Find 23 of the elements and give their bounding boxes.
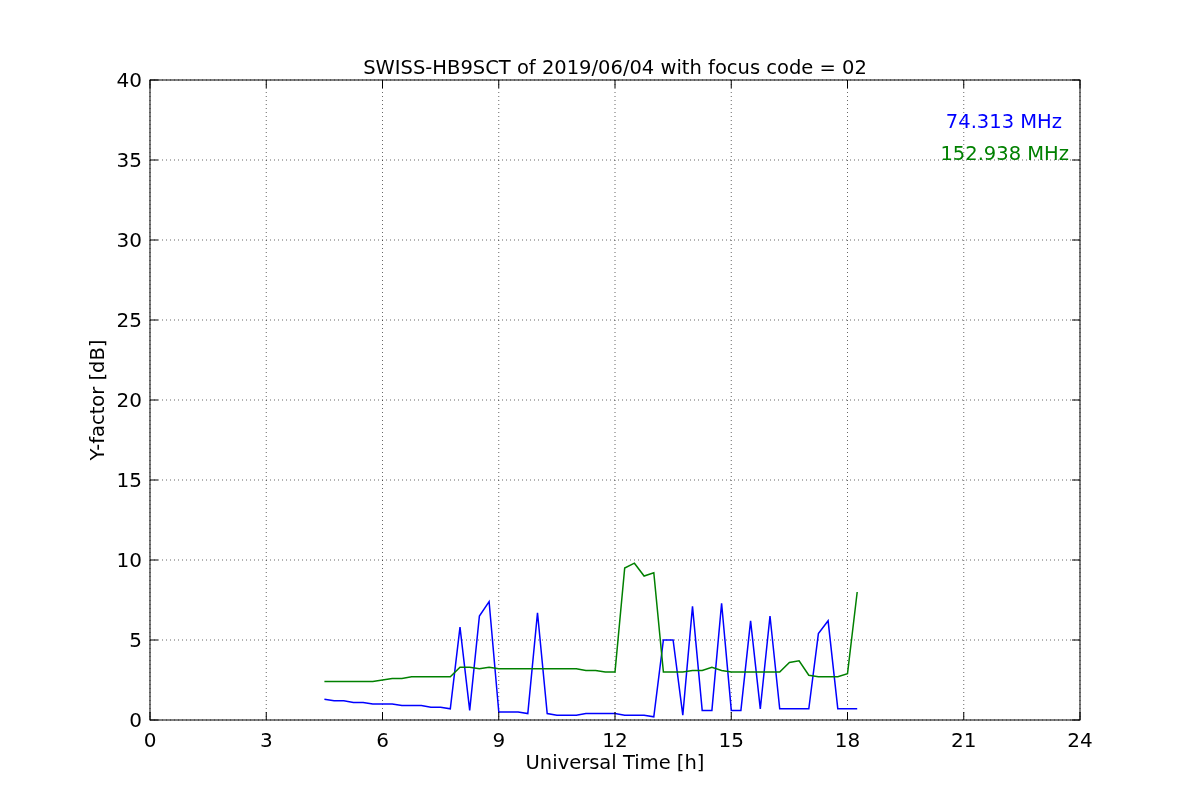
x-tick-label: 24 — [1067, 728, 1093, 752]
x-tick-label: 21 — [951, 728, 977, 752]
y-tick-label: 30 — [116, 228, 142, 252]
x-tick-label: 15 — [718, 728, 744, 752]
y-tick-label: 40 — [116, 68, 142, 92]
y-tick-label: 5 — [129, 628, 142, 652]
x-axis-label: Universal Time [h] — [525, 751, 705, 774]
y-tick-label: 15 — [116, 468, 142, 492]
legend-label: 152.938 MHz — [940, 142, 1069, 165]
chart-title: SWISS-HB9SCT of 2019/06/04 with focus code = 02 — [363, 56, 867, 79]
x-tick-label: 9 — [492, 728, 506, 752]
y-axis-label: Y-factor [dB] — [86, 339, 109, 461]
x-tick-label: 12 — [602, 728, 628, 752]
x-tick-label: 0 — [143, 728, 157, 752]
y-tick-label: 35 — [116, 148, 142, 172]
x-tick-label: 3 — [259, 728, 273, 752]
x-tick-label: 6 — [376, 728, 389, 752]
y-tick-label: 10 — [116, 548, 142, 572]
y-tick-label: 0 — [129, 708, 142, 732]
legend-label: 74.313 MHz — [945, 110, 1062, 133]
y-tick-label: 20 — [116, 388, 142, 412]
y-tick-label: 25 — [116, 308, 142, 332]
x-tick-label: 18 — [834, 728, 861, 752]
